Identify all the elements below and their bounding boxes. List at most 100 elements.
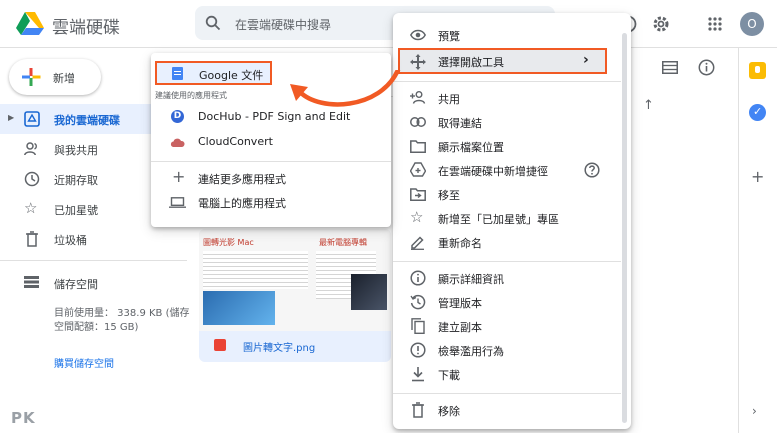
avatar[interactable]: O (740, 12, 764, 36)
submenu-item-label: 電腦上的應用程式 (198, 197, 286, 210)
menu-item-label: 顯示詳細資訊 (438, 273, 504, 286)
thumbnail-image (203, 291, 275, 325)
menu-item-add-star[interactable]: ☆ 新增至「已加星號」專區 (393, 206, 631, 230)
submenu-item-label: Google 文件 (199, 69, 264, 82)
keep-icon[interactable] (749, 62, 766, 79)
info-icon (410, 270, 426, 286)
download-icon (412, 367, 424, 382)
submenu-item-more-apps[interactable]: + 連結更多應用程式 (151, 166, 391, 190)
menu-item-label: 取得連結 (438, 117, 482, 130)
menu-item-make-copy[interactable]: 建立副本 (393, 314, 631, 338)
sidebar-item-trash[interactable]: 垃圾桶 (0, 224, 185, 254)
sidebar-item-label: 近期存取 (54, 174, 98, 187)
drive-shortcut-icon (410, 162, 426, 177)
menu-item-move-to[interactable]: 移至 (393, 182, 631, 206)
menu-item-download[interactable]: 下載 (393, 362, 631, 386)
plus-icon: + (172, 167, 186, 186)
side-panel-divider (738, 48, 739, 433)
help-icon[interactable] (584, 162, 600, 178)
sidebar-item-label: 垃圾桶 (54, 234, 87, 247)
image-file-icon (214, 339, 226, 351)
menu-item-label: 移至 (438, 189, 460, 202)
eye-icon (410, 29, 426, 41)
menu-item-remove[interactable]: 移除 (393, 398, 631, 422)
menu-item-label: 選擇開啟工具 (438, 56, 504, 69)
menu-item-label: 檢舉濫用行為 (438, 345, 504, 358)
menu-item-label: 新增至「已加星號」專區 (438, 213, 559, 226)
clock-icon (24, 171, 40, 187)
chevron-right-icon[interactable]: › (752, 404, 757, 418)
menu-item-show-location[interactable]: 顯示檔案位置 (393, 134, 631, 158)
menu-item-label: 顯示檔案位置 (438, 141, 504, 154)
drive-logo-icon[interactable] (16, 11, 44, 35)
shared-people-icon (24, 142, 37, 156)
menu-item-manage-versions[interactable]: 管理版本 (393, 290, 631, 314)
sort-arrow-up-icon[interactable]: ↑ (643, 98, 654, 113)
tasks-icon[interactable]: ✓ (749, 104, 766, 121)
link-icon (410, 117, 426, 127)
menu-item-preview[interactable]: 預覽 (393, 23, 631, 47)
file-thumbnail: 圖轉光影 Mac 最新電腦專輯 (199, 229, 391, 331)
context-menu: 預覽 選擇開啟工具 › 共用 取得連結 顯示檔案位置 在雲端硬碟中新增捷徑 移至… (393, 13, 631, 429)
storage-usage-line1: 目前使用量： 338.9 KB (儲存 (54, 308, 190, 319)
app-title: 雲端硬碟 (52, 18, 120, 38)
buy-storage-link[interactable]: 購買儲存空間 (54, 355, 114, 370)
storage-icon (24, 276, 39, 288)
menu-item-label: 移除 (438, 405, 460, 418)
star-icon: ☆ (410, 208, 424, 226)
add-addon-icon[interactable]: + (751, 167, 764, 186)
chevron-right-icon: › (583, 52, 589, 68)
submenu-item-cloudconvert[interactable]: CloudConvert (151, 130, 391, 154)
report-icon (410, 342, 426, 358)
expand-arrow-icon[interactable]: ▶ (8, 113, 14, 122)
file-name: 圖片轉文字.png (243, 343, 316, 354)
menu-item-details[interactable]: 顯示詳細資訊 (393, 266, 631, 290)
menu-item-label: 下載 (438, 369, 460, 382)
submenu-item-label: CloudConvert (198, 135, 273, 148)
gear-icon[interactable] (652, 15, 670, 33)
submenu-item-computer-apps[interactable]: 電腦上的應用程式 (151, 190, 391, 214)
move-folder-icon (410, 188, 426, 201)
google-docs-icon (172, 67, 183, 80)
new-button-label: 新增 (53, 72, 75, 85)
menu-item-open-with[interactable]: 選擇開啟工具 › (398, 48, 607, 74)
move-arrows-icon (410, 54, 426, 70)
menu-item-label: 預覽 (438, 30, 460, 43)
apps-grid-icon[interactable] (708, 17, 722, 31)
top-bar: 雲端硬碟 在雲端硬碟中搜尋 O (0, 0, 777, 48)
info-icon[interactable] (698, 59, 715, 76)
thumbnail-title-left: 圖轉光影 Mac (203, 238, 254, 247)
new-button[interactable]: 新增 (9, 59, 101, 95)
menu-item-label: 建立副本 (438, 321, 482, 334)
storage-label: 儲存空間 (54, 278, 98, 291)
laptop-icon (169, 197, 186, 208)
submenu-item-google-docs[interactable]: Google 文件 (155, 61, 272, 85)
sidebar-item-label: 與我共用 (54, 144, 98, 157)
menu-item-report-abuse[interactable]: 檢舉濫用行為 (393, 338, 631, 362)
menu-item-add-shortcut[interactable]: 在雲端硬碟中新增捷徑 (393, 158, 631, 182)
file-card[interactable]: 圖轉光影 Mac 最新電腦專輯 圖片轉文字.png (199, 229, 391, 362)
history-icon (410, 294, 426, 310)
menu-item-get-link[interactable]: 取得連結 (393, 110, 631, 134)
trash-icon (26, 231, 38, 247)
sidebar-divider (0, 260, 187, 261)
copy-icon (411, 318, 425, 334)
storage-link[interactable]: 儲存空間 (0, 270, 185, 294)
trash-icon (412, 402, 424, 418)
menu-item-share[interactable]: 共用 (393, 86, 631, 110)
my-drive-icon (24, 111, 40, 127)
annotation-arrow (290, 70, 401, 107)
search-icon[interactable] (205, 15, 221, 31)
sidebar-item-label: 已加星號 (54, 204, 98, 217)
list-view-icon[interactable] (662, 61, 678, 74)
menu-scrollbar[interactable] (622, 33, 627, 423)
storage-usage-line2: 空間配額：15 GB) (54, 322, 139, 333)
watermark: PK (11, 409, 36, 427)
cloudconvert-icon (170, 138, 185, 147)
star-icon: ☆ (24, 199, 38, 217)
menu-item-label: 在雲端硬碟中新增捷徑 (438, 165, 548, 178)
menu-item-rename[interactable]: 重新命名 (393, 230, 631, 254)
search-input[interactable]: 在雲端硬碟中搜尋 (235, 16, 331, 33)
pencil-icon (411, 236, 424, 250)
thumbnail-text-lines (203, 251, 308, 289)
